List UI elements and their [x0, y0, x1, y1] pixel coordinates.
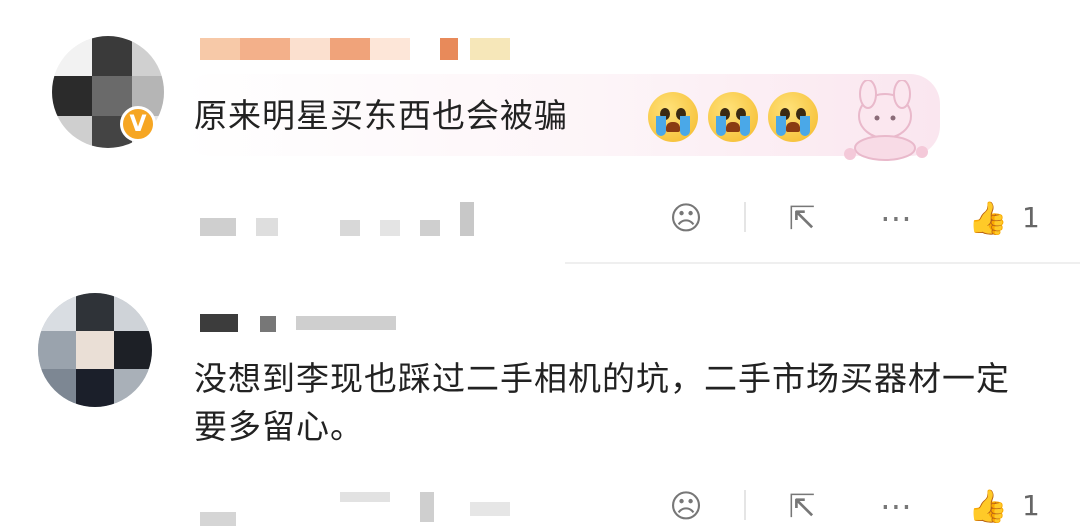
reply-icon[interactable]: ⋯	[876, 486, 916, 526]
like-count: 1	[1022, 489, 1040, 522]
comment-item: 没想到李现也踩过二手相机的坑，二手市场买器材一定要多留心。 ☹ ⇱ ⋯ 👍 1	[0, 0, 1080, 526]
avatar[interactable]	[38, 293, 152, 407]
like-icon[interactable]: 👍	[968, 486, 1008, 526]
dislike-icon[interactable]: ☹	[666, 486, 706, 526]
share-icon[interactable]: ⇱	[782, 486, 822, 526]
comment-text: 没想到李现也踩过二手相机的坑，二手市场买器材一定要多留心。	[194, 359, 1010, 446]
action-divider	[744, 490, 746, 520]
comment-actions: ☹ ⇱ ⋯ 👍 1	[0, 486, 1080, 526]
comment-meta-blurred	[200, 486, 520, 526]
divider	[565, 262, 1080, 264]
username-blurred[interactable]	[200, 312, 440, 334]
